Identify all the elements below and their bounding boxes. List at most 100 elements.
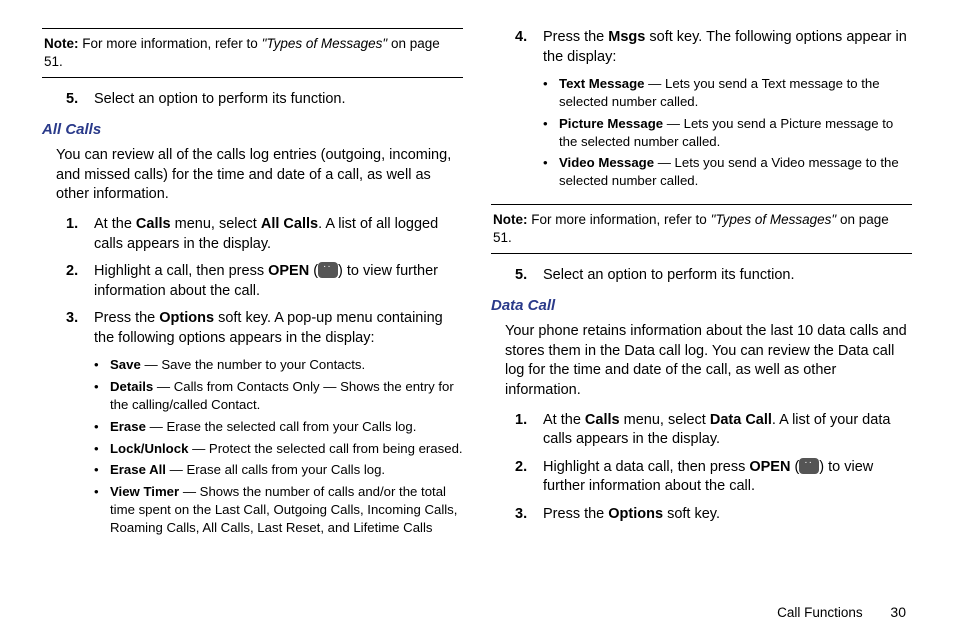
t: — Erase all calls from your Calls log.	[166, 462, 385, 477]
bullet-dot: •	[94, 418, 102, 436]
t: (	[790, 459, 799, 475]
option-erase: • Erase — Erase the selected call from yo…	[94, 418, 463, 436]
option-lock: • Lock/Unlock — Protect the selected call…	[94, 440, 463, 458]
t: (	[309, 263, 318, 279]
option-text-message: •Text Message — Lets you send a Text mes…	[543, 75, 912, 111]
bullet-dot: •	[94, 378, 102, 414]
b: View Timer	[110, 484, 179, 499]
note-box-right: Note: For more information, refer to "Ty…	[491, 204, 912, 254]
t: menu, select	[620, 412, 710, 428]
bullet-dot: •	[543, 115, 551, 151]
page-columns: Note: For more information, refer to "Ty…	[0, 0, 954, 600]
bullet-dot: •	[94, 440, 102, 458]
t: soft key.	[663, 506, 720, 522]
step-number: 4.	[515, 28, 533, 67]
bullet-dot: •	[543, 75, 551, 111]
t: Highlight a call, then press	[94, 263, 268, 279]
footer-section-label: Call Functions	[777, 605, 863, 620]
b: Erase	[110, 419, 146, 434]
t: At the	[543, 412, 585, 428]
bullet-dot: •	[94, 483, 102, 536]
b: Options	[608, 506, 663, 522]
b: Text Message	[559, 76, 645, 91]
bullet-dot: •	[94, 461, 102, 479]
step-text: Press the Options soft key.	[543, 505, 720, 525]
step-text: Press the Msgs soft key. The following o…	[543, 28, 912, 67]
section-all-calls: All Calls	[42, 120, 463, 140]
step-text: Select an option to perform its function…	[543, 266, 794, 286]
t: — Save the number to your Contacts.	[141, 357, 365, 372]
t: — Calls from Contacts Only — Shows the e…	[110, 379, 454, 412]
left-column: Note: For more information, refer to "Ty…	[42, 28, 463, 600]
b: Details	[110, 379, 153, 394]
all-calls-step-2: 2. Highlight a call, then press OPEN () …	[66, 262, 463, 301]
option-picture-message: •Picture Message — Lets you send a Pictu…	[543, 115, 912, 151]
b: All Calls	[261, 216, 318, 232]
b: OPEN	[268, 263, 309, 279]
note-label: Note:	[44, 36, 79, 51]
b: Calls	[585, 412, 620, 428]
open-key-icon	[799, 458, 819, 474]
step-number: 3.	[515, 505, 533, 525]
b: Options	[159, 310, 214, 326]
bullet-dot: •	[543, 154, 551, 190]
b: Erase All	[110, 462, 166, 477]
step-number: 5.	[515, 266, 533, 286]
page-footer: Call Functions 30	[0, 600, 954, 620]
data-call-intro: Your phone retains information about the…	[505, 322, 912, 400]
option-save: • Save — Save the number to your Contacts…	[94, 356, 463, 374]
step-4-right: 4. Press the Msgs soft key. The followin…	[515, 28, 912, 67]
option-text: Lock/Unlock — Protect the selected call …	[110, 440, 463, 458]
option-text: Video Message — Lets you send a Video me…	[559, 154, 912, 190]
t: — Protect the selected call from being e…	[188, 441, 462, 456]
step-5-right: 5. Select an option to perform its funct…	[515, 266, 912, 286]
step-number: 2.	[66, 262, 84, 301]
option-text: View Timer — Shows the number of calls a…	[110, 483, 463, 536]
option-text: Details — Calls from Contacts Only — Sho…	[110, 378, 463, 414]
step-text: At the Calls menu, select All Calls. A l…	[94, 215, 463, 254]
data-call-step-3: 3. Press the Options soft key.	[515, 505, 912, 525]
t: Press the	[543, 506, 608, 522]
option-text: Picture Message — Lets you send a Pictur…	[559, 115, 912, 151]
b: Lock/Unlock	[110, 441, 188, 456]
data-call-step-2: 2. Highlight a data call, then press OPE…	[515, 458, 912, 497]
t: Press the	[543, 29, 608, 45]
option-text: Erase All — Erase all calls from your Ca…	[110, 461, 385, 479]
step-text: Select an option to perform its function…	[94, 90, 345, 110]
right-column: 4. Press the Msgs soft key. The followin…	[491, 28, 912, 600]
t: Highlight a data call, then press	[543, 459, 749, 475]
step-text: Highlight a data call, then press OPEN (…	[543, 458, 912, 497]
t: Press the	[94, 310, 159, 326]
step-text: At the Calls menu, select Data Call. A l…	[543, 411, 912, 450]
note-quote: "Types of Messages"	[711, 212, 837, 227]
b: Save	[110, 357, 141, 372]
open-key-icon	[318, 262, 338, 278]
option-erase-all: • Erase All — Erase all calls from your C…	[94, 461, 463, 479]
bullet-dot: •	[94, 356, 102, 374]
t: At the	[94, 216, 136, 232]
step-number: 5.	[66, 90, 84, 110]
step-5-left: 5. Select an option to perform its funct…	[66, 90, 463, 110]
option-view-timer: •View Timer — Shows the number of calls …	[94, 483, 463, 536]
step-number: 2.	[515, 458, 533, 497]
page-number: 30	[890, 604, 906, 620]
b: Picture Message	[559, 116, 663, 131]
b: Msgs	[608, 29, 645, 45]
b: Data Call	[710, 412, 772, 428]
step-number: 3.	[66, 309, 84, 348]
option-details: •Details — Calls from Contacts Only — Sh…	[94, 378, 463, 414]
option-text: Erase — Erase the selected call from you…	[110, 418, 416, 436]
b: Video Message	[559, 155, 654, 170]
t: — Erase the selected call from your Call…	[146, 419, 416, 434]
step-text: Press the Options soft key. A pop-up men…	[94, 309, 463, 348]
option-video-message: •Video Message — Lets you send a Video m…	[543, 154, 912, 190]
b: OPEN	[749, 459, 790, 475]
note-text-pre: For more information, refer to	[79, 36, 262, 51]
all-calls-intro: You can review all of the calls log entr…	[56, 146, 463, 205]
all-calls-step-1: 1. At the Calls menu, select All Calls. …	[66, 215, 463, 254]
note-text-pre: For more information, refer to	[528, 212, 711, 227]
section-data-call: Data Call	[491, 296, 912, 316]
data-call-step-1: 1. At the Calls menu, select Data Call. …	[515, 411, 912, 450]
option-text: Text Message — Lets you send a Text mess…	[559, 75, 912, 111]
t: menu, select	[171, 216, 261, 232]
